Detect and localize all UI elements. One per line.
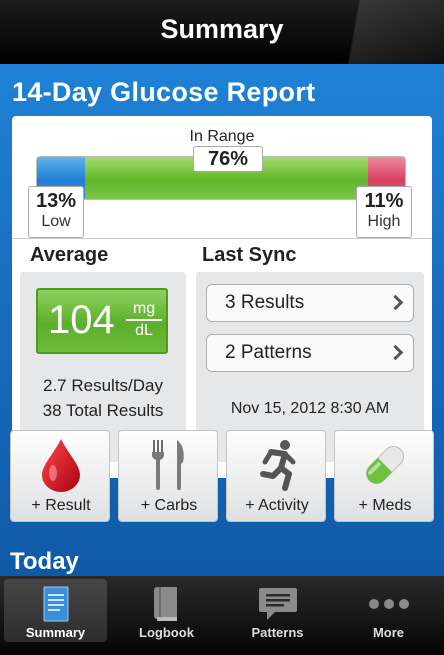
low-percent: 13% (35, 190, 77, 212)
in-range-label: In Range (189, 128, 255, 145)
low-label: Low (41, 213, 71, 230)
tab-logbook[interactable]: Logbook (111, 576, 222, 655)
add-meds-label: + Meds (358, 497, 412, 514)
tab-patterns[interactable]: Patterns (222, 576, 333, 655)
main-content: 14-Day Glucose Report In Range 76% 13% L… (0, 64, 444, 576)
tab-summary[interactable]: Summary (0, 576, 111, 655)
average-unit-numerator: mg (126, 300, 162, 321)
tab-patterns-label: Patterns (251, 625, 304, 640)
page-title: Summary (160, 14, 284, 44)
document-icon (0, 584, 111, 624)
running-person-icon (227, 437, 327, 493)
add-carbs-button[interactable]: + Carbs (118, 430, 218, 522)
add-result-button[interactable]: + Result (10, 430, 110, 522)
tab-more-label: More (372, 625, 405, 640)
chevron-right-icon (387, 344, 404, 361)
results-button[interactable]: 3 Results (206, 284, 414, 322)
chevron-right-icon (387, 294, 404, 311)
report-title: 14-Day Glucose Report (12, 77, 316, 107)
results-button-label: 3 Results (225, 292, 305, 313)
pill-capsule-icon (335, 437, 435, 493)
add-activity-button[interactable]: + Activity (226, 430, 326, 522)
speech-bubble-icon (222, 584, 333, 624)
tab-summary-label: Summary (25, 625, 86, 640)
average-unit-denominator: dL (135, 322, 153, 339)
tab-logbook-label: Logbook (139, 625, 194, 640)
navigation-bar: Summary (0, 0, 444, 64)
high-percent: 11% (364, 190, 404, 212)
today-section-title: Today (10, 548, 79, 575)
book-icon (111, 584, 222, 624)
patterns-button[interactable]: 2 Patterns (206, 334, 414, 372)
add-activity-label: + Activity (245, 497, 309, 514)
fork-knife-icon (119, 437, 219, 493)
high-percent-box: 11% High (356, 186, 412, 238)
more-dots-icon (333, 584, 444, 624)
last-sync-title: Last Sync (202, 244, 297, 266)
blood-drop-icon (11, 437, 111, 493)
add-meds-button[interactable]: + Meds (334, 430, 434, 522)
high-label: High (367, 213, 401, 230)
last-sync-date: Nov 15, 2012 8:30 AM (230, 400, 390, 417)
results-per-day: 2.7 Results/Day (43, 376, 163, 395)
average-value: 104 (48, 298, 115, 342)
divider (12, 238, 432, 239)
add-carbs-label: + Carbs (140, 497, 198, 514)
total-results: 38 Total Results (42, 401, 164, 420)
average-title: Average (30, 244, 109, 266)
add-result-label: + Result (31, 497, 91, 514)
average-value-badge: 104 mg dL (36, 288, 168, 354)
low-percent-box: 13% Low (28, 186, 84, 238)
patterns-button-label: 2 Patterns (225, 342, 312, 363)
report-panel: In Range 76% 13% Low 11% High Average La… (12, 116, 432, 478)
tab-bar: Summary Logbook Patterns More (0, 576, 444, 655)
in-range-percent: 76% (193, 146, 263, 172)
tab-more[interactable]: More (333, 576, 444, 655)
